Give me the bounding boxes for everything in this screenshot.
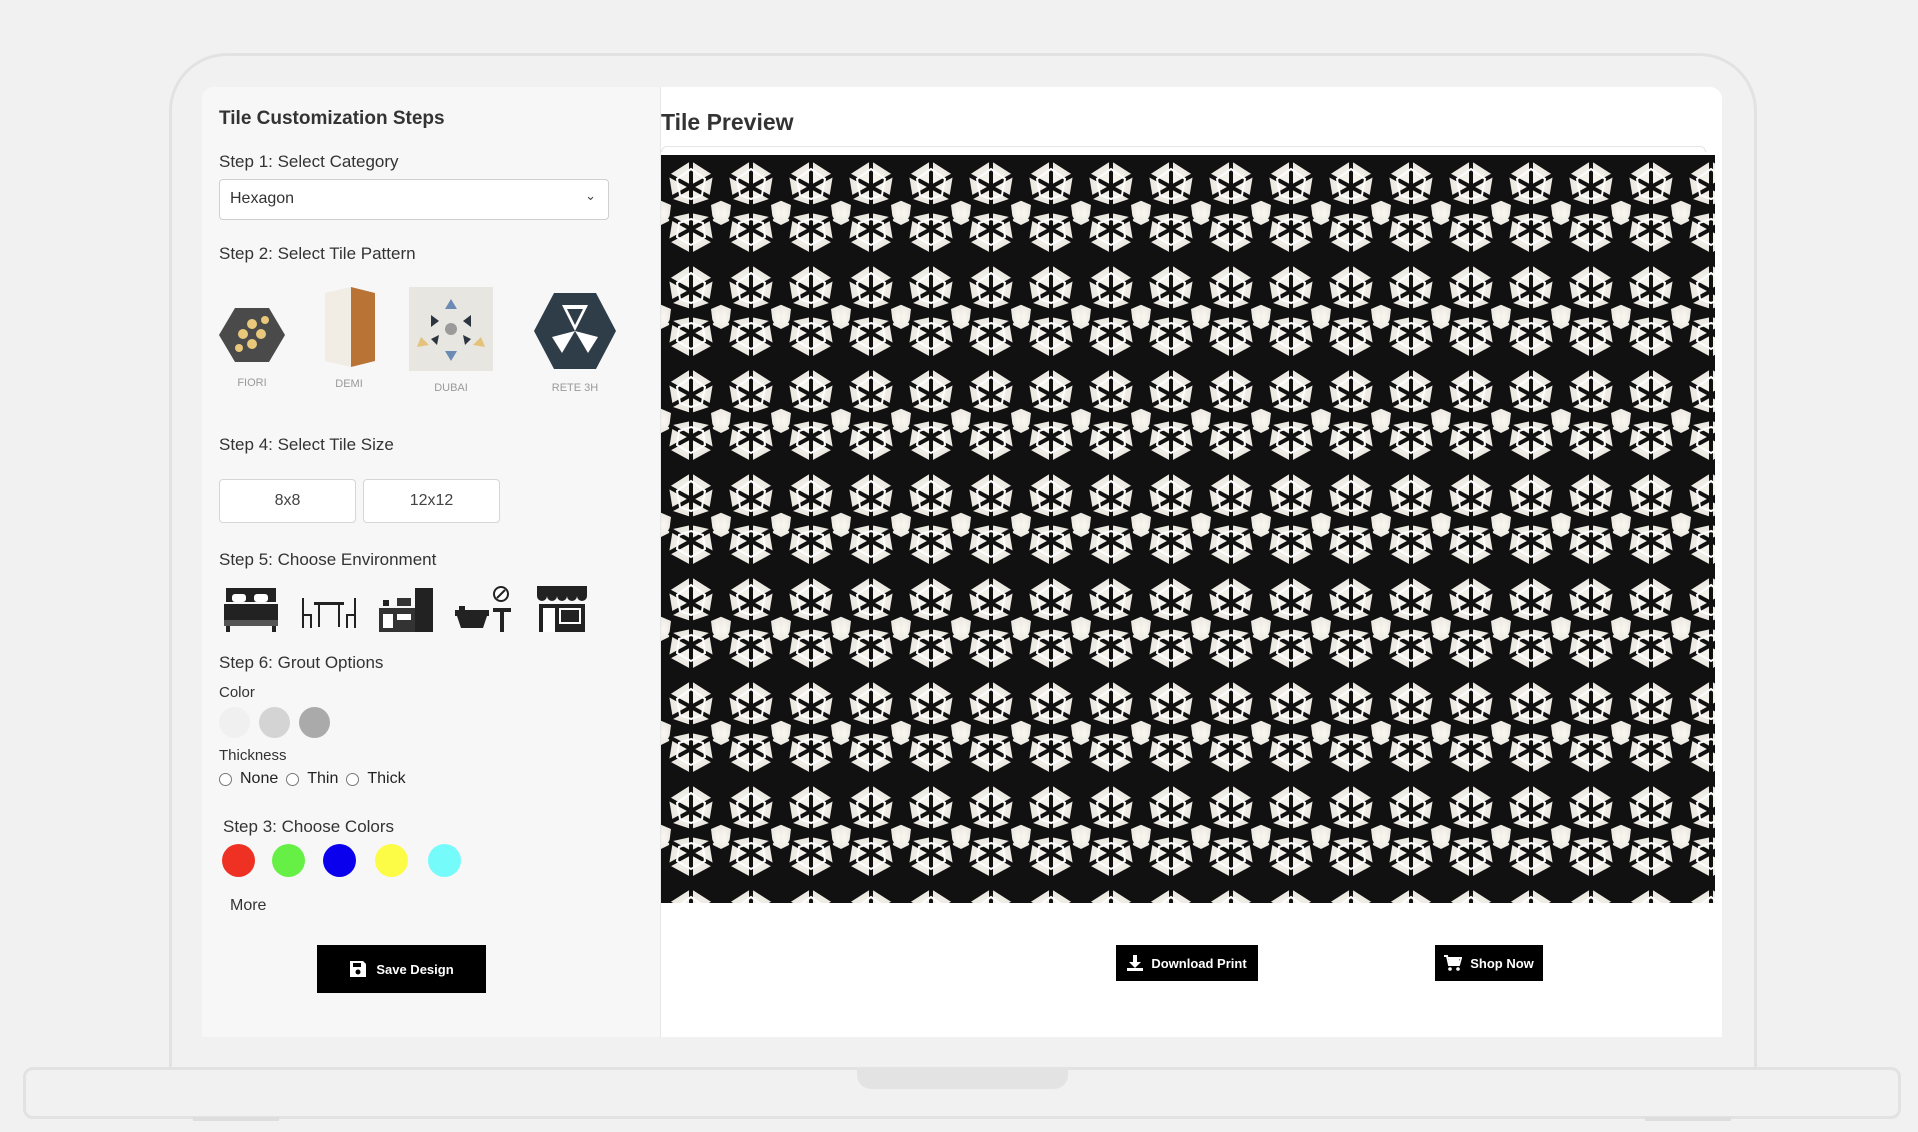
- thickness-none-radio[interactable]: None: [219, 770, 278, 788]
- customization-panel: Tile Customization Steps Step 1: Select …: [202, 87, 661, 1037]
- category-select[interactable]: Hexagon ⌄: [219, 179, 609, 220]
- storefront-icon[interactable]: [533, 584, 591, 634]
- pattern-fiori[interactable]: FIORI: [219, 304, 285, 389]
- step6-label: Step 6: Grout Options: [219, 653, 384, 672]
- download-label: Download Print: [1151, 955, 1247, 971]
- radio-label: Thick: [367, 770, 406, 787]
- pattern-demi[interactable]: DEMI: [319, 287, 379, 390]
- save-button-label: Save Design: [376, 961, 454, 977]
- size-12x12-button[interactable]: 12x12: [363, 479, 500, 523]
- pattern-label: DUBAI: [434, 382, 468, 394]
- shop-now-button[interactable]: Shop Now: [1435, 945, 1543, 981]
- shopping-cart-icon: [1444, 955, 1463, 971]
- app-screen: Tile Customization Steps Step 1: Select …: [202, 87, 1722, 1037]
- color-swatch-yellow[interactable]: [375, 844, 408, 877]
- thickness-thin-radio[interactable]: Thin: [286, 770, 338, 788]
- chevron-hexagon-tile-icon: [534, 293, 616, 369]
- chevron-down-icon: ⌄: [585, 188, 596, 203]
- thickness-options: None Thin Thick: [219, 770, 414, 788]
- thickness-label: Thickness: [219, 747, 287, 764]
- grout-color-swatch[interactable]: [219, 707, 250, 738]
- shop-label: Shop Now: [1470, 955, 1534, 971]
- grout-color-swatch[interactable]: [299, 707, 330, 738]
- dining-room-icon[interactable]: [300, 584, 358, 634]
- preview-divider: [661, 146, 1706, 152]
- color-swatch-red[interactable]: [222, 844, 255, 877]
- step4-label: Step 4: Select Tile Size: [219, 435, 394, 454]
- triangle-pattern-tile-icon: [409, 287, 493, 371]
- size-8x8-button[interactable]: 8x8: [219, 479, 356, 523]
- grout-color-swatch[interactable]: [259, 707, 290, 738]
- radio-label: None: [240, 770, 279, 787]
- panel-title: Tile Customization Steps: [219, 108, 445, 129]
- step3-label: Step 3: Choose Colors: [223, 817, 395, 836]
- pattern-label: RETE 3H: [551, 382, 599, 394]
- color-swatch-blue[interactable]: [323, 844, 356, 877]
- tile-pattern-render: [661, 155, 1715, 903]
- download-print-button[interactable]: Download Print: [1116, 945, 1258, 981]
- step5-label: Step 5: Choose Environment: [219, 550, 437, 569]
- pattern-dubai[interactable]: DUBAI: [409, 287, 493, 394]
- download-icon: [1127, 955, 1144, 971]
- color-swatch-cyan[interactable]: [428, 844, 461, 877]
- pattern-rete-3h[interactable]: RETE 3H: [533, 291, 617, 394]
- laptop-foot: [193, 1117, 279, 1121]
- category-value: Hexagon: [230, 190, 295, 207]
- thickness-thick-radio[interactable]: Thick: [346, 770, 406, 788]
- floppy-disk-icon: [350, 961, 367, 977]
- pattern-label: DEMI: [335, 378, 363, 390]
- color-swatch-green[interactable]: [272, 844, 305, 877]
- kitchen-icon[interactable]: [377, 584, 435, 634]
- bathroom-icon[interactable]: [455, 584, 513, 634]
- radio-label: Thin: [307, 770, 339, 787]
- more-colors-link[interactable]: More: [230, 897, 266, 915]
- laptop-foot: [1645, 1117, 1731, 1121]
- step2-label: Step 2: Select Tile Pattern: [219, 244, 416, 263]
- grout-color-label: Color: [219, 684, 255, 701]
- preview-title: Tile Preview: [661, 109, 794, 135]
- wood-half-tile-icon: [325, 287, 375, 367]
- tile-preview-image: [661, 155, 1715, 903]
- pattern-label: FIORI: [237, 377, 267, 389]
- bedroom-icon[interactable]: [222, 584, 280, 634]
- save-design-button[interactable]: Save Design: [317, 945, 486, 993]
- laptop-notch: [857, 1067, 1068, 1089]
- floral-hexagon-tile-icon: [219, 308, 285, 362]
- step1-label: Step 1: Select Category: [219, 152, 399, 171]
